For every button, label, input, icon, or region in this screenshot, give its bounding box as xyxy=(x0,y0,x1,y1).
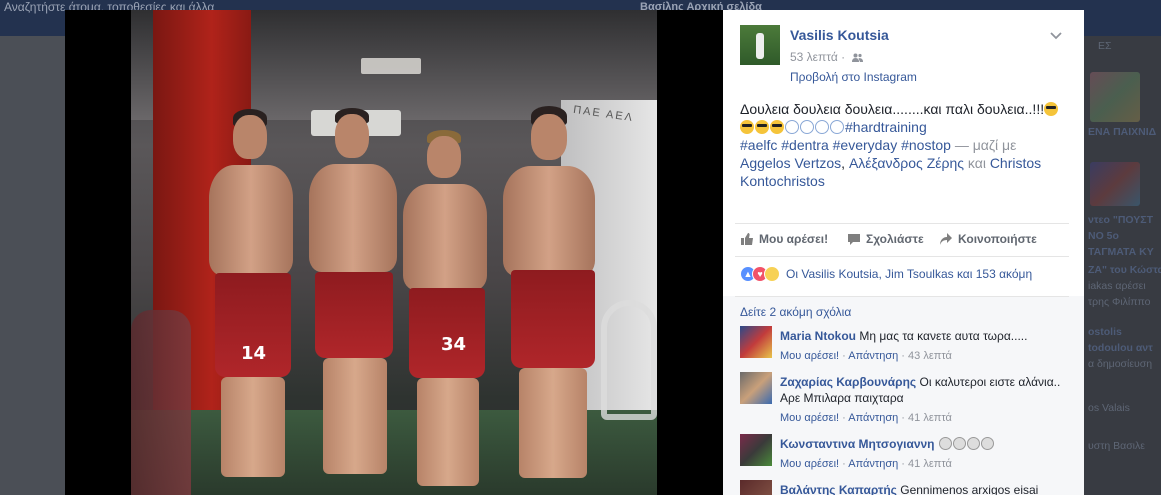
background-thumbnail xyxy=(1090,162,1140,206)
instagram-link[interactable]: Προβολή στο Instagram xyxy=(790,70,917,84)
reactions-text[interactable]: Οι Vasilis Koutsia, Jim Tsoulkas και 153… xyxy=(786,267,1032,281)
muscle-emoji xyxy=(785,120,799,134)
background-text: os Valais xyxy=(1088,402,1130,414)
reactions-summary[interactable]: ▲ ♥ Οι Vasilis Koutsia, Jim Tsoulkas και… xyxy=(740,266,1032,282)
muscle-emoji xyxy=(830,120,844,134)
comment-time[interactable]: 41 λεπτά xyxy=(908,412,952,424)
comments-section: Δείτε 2 ακόμη σχόλια Maria Ntokou Μη μας… xyxy=(723,296,1084,495)
muscle-emoji xyxy=(815,120,829,134)
tagged-person-link[interactable]: Aggelos Vertzos xyxy=(740,155,841,171)
jersey-number: 34 xyxy=(441,334,467,355)
sunglasses-emoji xyxy=(740,120,754,134)
commenter-name[interactable]: Βαλάντης Καπαρτής xyxy=(780,483,897,495)
background-right-column: ΕΣ ΕΝΑ ΠΑΙΧΝΙΔ ντεο "ΠΟΥΣΤ ΝΟ 5ο ΤΑΓΜΑΤΑ… xyxy=(1084,36,1161,495)
divider xyxy=(735,223,1069,224)
sunglasses-emoji xyxy=(755,120,769,134)
ghost-emoji xyxy=(952,437,966,450)
comment-label: Σχολιάστε xyxy=(866,232,924,246)
view-more-comments-link[interactable]: Δείτε 2 ακόμη σχόλια xyxy=(740,305,851,319)
photo-ceiling-light xyxy=(361,58,421,74)
comment-icon xyxy=(848,234,860,245)
photo-exercise-bike xyxy=(601,300,657,420)
background-text: υστη Βασιλε xyxy=(1088,440,1145,452)
photo-person xyxy=(301,102,401,492)
author-avatar[interactable] xyxy=(740,25,780,65)
comment-reply-link[interactable]: Απάντηση xyxy=(848,458,898,470)
background-text: iakas αρέσει xyxy=(1088,280,1146,292)
sunglasses-emoji xyxy=(1044,102,1059,116)
muscle-emoji xyxy=(800,120,814,134)
commenter-name[interactable]: Κωνσταντινα Μητσογιαννη xyxy=(780,437,935,451)
background-text: α δημοσίευση xyxy=(1088,358,1153,370)
commenter-name[interactable]: Maria Ntokou xyxy=(780,329,856,343)
divider xyxy=(735,296,1069,297)
comment-time[interactable]: 41 λεπτά xyxy=(908,458,952,470)
commenter-name[interactable]: Ζαχαρίας Καρβουνάρης xyxy=(780,375,916,389)
tagged-person-link[interactable]: Αλέξανδρος Ζέρης xyxy=(849,155,964,171)
friends-icon xyxy=(851,53,863,62)
haha-reaction-icon xyxy=(764,266,780,282)
with-text: — μαζί με xyxy=(950,137,1017,153)
background-text: ΖΑ" του Κώστα xyxy=(1088,264,1161,276)
photo-viewer[interactable]: ΠΑΕ ΑΕΛ 14 34 xyxy=(65,10,723,495)
post-body-text: Δουλεια δουλεια δουλεια........και παλι … xyxy=(740,101,1045,117)
background-text: ostolis xyxy=(1088,326,1122,338)
comment-button[interactable]: Σχολιάστε xyxy=(847,232,924,246)
background-text: ΕΣ xyxy=(1098,40,1112,52)
jersey-number: 14 xyxy=(241,343,267,364)
photo-person: 34 xyxy=(393,128,493,495)
share-button[interactable]: Κοινοποιήστε xyxy=(939,232,1037,246)
background-text: ΤΑΓΜΑΤΑ ΚΥ xyxy=(1088,246,1154,258)
share-label: Κοινοποιήστε xyxy=(958,232,1037,246)
reaction-icons: ▲ ♥ xyxy=(740,266,780,282)
comment-like-link[interactable]: Μου αρέσει! xyxy=(780,458,839,470)
comment-reply-link[interactable]: Απάντηση xyxy=(848,412,898,424)
thumbs-up-icon xyxy=(741,233,753,245)
commenter-avatar[interactable] xyxy=(740,434,772,466)
like-button[interactable]: Μου αρέσει! xyxy=(740,232,828,246)
hashtag-link[interactable]: #hardtraining xyxy=(845,119,927,135)
comment-time[interactable]: 43 λεπτά xyxy=(908,350,952,362)
post-author[interactable]: Vasilis Koutsia xyxy=(790,27,889,43)
commenter-avatar[interactable] xyxy=(740,326,772,358)
comment-text: Gennimenos arxigos eisai xyxy=(900,483,1039,495)
photo-person: 14 xyxy=(201,105,301,495)
ghost-emoji xyxy=(980,437,994,450)
comment-text: Μη μας τα κανετε αυτα τωρα..... xyxy=(859,329,1028,343)
comment-reply-link[interactable]: Απάντηση xyxy=(848,350,898,362)
post-time[interactable]: 53 λεπτά · xyxy=(790,50,845,64)
divider xyxy=(735,256,1069,257)
comment-like-link[interactable]: Μου αρέσει! xyxy=(780,412,839,424)
hashtag-link[interactable]: #aelfc #dentra #everyday #nostop xyxy=(740,137,951,153)
ghost-emoji xyxy=(938,437,952,450)
share-icon xyxy=(940,233,952,245)
ghost-emoji xyxy=(966,437,980,450)
post-photo[interactable]: ΠΑΕ ΑΕΛ 14 34 xyxy=(131,10,657,495)
post-text: Δουλεια δουλεια δουλεια........και παλι … xyxy=(740,100,1070,190)
photo-chair xyxy=(131,310,191,495)
chevron-down-icon[interactable] xyxy=(1049,28,1063,42)
and-text: και xyxy=(964,155,990,171)
like-label: Μου αρέσει! xyxy=(759,232,829,246)
post-actions: Μου αρέσει! Σχολιάστε Κοινοποιήστε xyxy=(740,228,1070,252)
sunglasses-emoji xyxy=(770,120,784,134)
background-text: ντεο "ΠΟΥΣΤ xyxy=(1088,214,1153,226)
photo-person xyxy=(493,102,603,495)
commenter-avatar[interactable] xyxy=(740,480,772,495)
background-text: todoulou αντ xyxy=(1088,342,1153,354)
post-meta: 53 λεπτά · xyxy=(790,50,863,64)
background-thumbnail xyxy=(1090,72,1140,122)
background-text: ΕΝΑ ΠΑΙΧΝΙΔ xyxy=(1088,126,1157,138)
commenter-avatar[interactable] xyxy=(740,372,772,404)
background-text: τρης Φιλίππο xyxy=(1088,296,1151,308)
background-text: ΝΟ 5ο xyxy=(1088,230,1119,242)
post-panel: Vasilis Koutsia 53 λεπτά · Προβολή στο I… xyxy=(723,10,1084,495)
comment-like-link[interactable]: Μου αρέσει! xyxy=(780,350,839,362)
